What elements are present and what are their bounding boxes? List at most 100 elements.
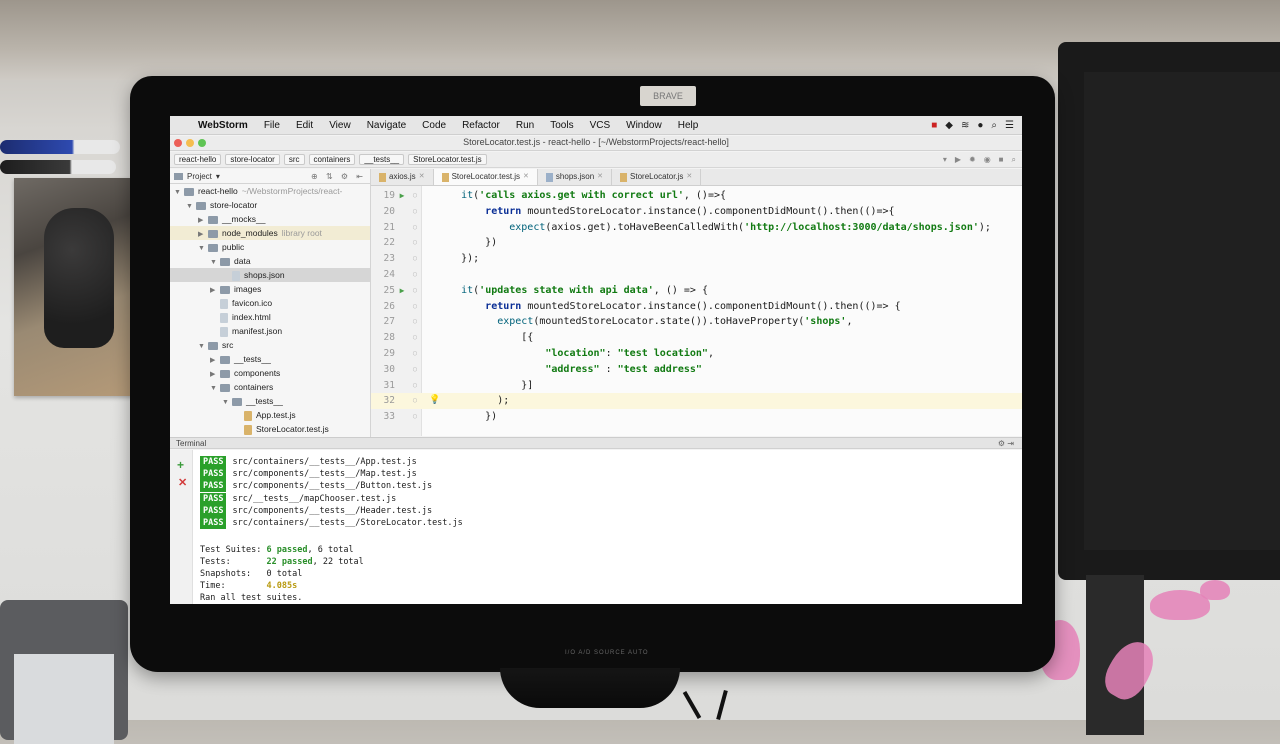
code-line[interactable]: 33 ○ }) [371, 409, 1022, 425]
fold-marker-icon[interactable]: ○ [411, 393, 419, 409]
tab-axios[interactable]: axios.js ✕ [371, 169, 434, 185]
code-line[interactable]: 28 ○ [{ [371, 330, 1022, 346]
menu-tools[interactable]: Tools [542, 120, 581, 131]
tree-item[interactable]: ▼ public [170, 240, 370, 254]
tree-item[interactable]: ▶ __tests__ [170, 352, 370, 366]
fold-marker-icon[interactable]: ○ [411, 204, 419, 220]
terminal-panel[interactable]: + ✕ PASS src/containers/__tests__/App.tes… [170, 450, 1022, 604]
code-line[interactable]: 31 ○ }] [371, 378, 1022, 394]
fold-marker-icon[interactable]: ○ [411, 283, 419, 299]
user-icon[interactable]: ● [977, 120, 983, 131]
tree-item[interactable]: ▶ __mocks__ [170, 212, 370, 226]
line-number[interactable]: 27 [371, 314, 395, 330]
close-tab-icon[interactable]: ✕ [523, 169, 529, 185]
tree-item[interactable]: ▼ react-hello ~/WebstormProjects/react- [170, 184, 370, 198]
new-terminal-icon[interactable]: + [177, 458, 184, 472]
run-test-icon[interactable]: ▶ [397, 188, 407, 204]
close-tab-icon[interactable]: ✕ [419, 169, 425, 185]
gear-icon[interactable]: ⚙ ⇥ [998, 438, 1014, 450]
run-icon[interactable]: ▶ [955, 155, 961, 165]
breadcrumb-item[interactable]: StoreLocator.test.js [408, 154, 487, 165]
menu-edit[interactable]: Edit [288, 120, 321, 131]
line-number[interactable]: 32 [371, 393, 395, 409]
tree-item[interactable]: manifest.json [170, 324, 370, 338]
code-line[interactable]: 21 ○ expect(axios.get).toHaveBeenCalledWi… [371, 220, 1022, 236]
fold-marker-icon[interactable]: ○ [411, 220, 419, 236]
line-number[interactable]: 31 [371, 378, 395, 394]
line-number[interactable]: 30 [371, 362, 395, 378]
fold-marker-icon[interactable]: ○ [411, 188, 419, 204]
line-number[interactable]: 33 [371, 409, 395, 425]
tree-item[interactable]: index.html [170, 310, 370, 324]
project-view-selector[interactable]: Project [187, 172, 212, 181]
tree-item[interactable]: App.test.js [170, 408, 370, 422]
code-line[interactable]: 27 ○ expect(mountedStoreLocator.state()).… [371, 314, 1022, 330]
close-tab-icon[interactable]: ✕ [686, 169, 692, 185]
tab-shops-json[interactable]: shops.json ✕ [538, 169, 613, 185]
fold-marker-icon[interactable]: ○ [411, 346, 419, 362]
code-line[interactable]: 23 ○ }); [371, 251, 1022, 267]
fold-marker-icon[interactable]: ○ [411, 362, 419, 378]
menu-code[interactable]: Code [414, 120, 454, 131]
line-number[interactable]: 23 [371, 251, 395, 267]
breadcrumb-item[interactable]: react-hello [174, 154, 222, 165]
menu-navigate[interactable]: Navigate [359, 120, 414, 131]
menu-view[interactable]: View [321, 120, 359, 131]
run-test-icon[interactable]: ▶ [397, 283, 407, 299]
line-number[interactable]: 29 [371, 346, 395, 362]
code-line[interactable]: 26 ○ return mountedStoreLocator.instance(… [371, 299, 1022, 315]
code-line[interactable]: 24 ○ [371, 267, 1022, 283]
dropbox-icon[interactable]: ◆ [945, 120, 953, 131]
line-number[interactable]: 21 [371, 220, 395, 236]
code-line[interactable]: 29 ○ "location": "test location", [371, 346, 1022, 362]
stop-icon[interactable]: ■ [999, 155, 1004, 165]
code-line[interactable]: 30 ○ "address" : "test address" [371, 362, 1022, 378]
fold-marker-icon[interactable]: ○ [411, 267, 419, 283]
fold-marker-icon[interactable]: ○ [411, 299, 419, 315]
menu-help[interactable]: Help [670, 120, 707, 131]
breadcrumb-item[interactable]: src [283, 154, 305, 165]
wifi-icon[interactable]: ≋ [961, 120, 969, 131]
line-number[interactable]: 24 [371, 267, 395, 283]
breadcrumb-item[interactable]: containers [308, 154, 356, 165]
code-line[interactable]: 20 ○ return mountedStoreLocator.instance(… [371, 204, 1022, 220]
fold-marker-icon[interactable]: ○ [411, 378, 419, 394]
line-number[interactable]: 20 [371, 204, 395, 220]
chevron-down-icon[interactable]: ▾ [216, 172, 220, 181]
tree-item[interactable]: ▼ containers [170, 380, 370, 394]
code-line[interactable]: 25 ▶ ○ it('updates state with api data', (… [371, 283, 1022, 299]
close-terminal-icon[interactable]: ✕ [178, 476, 187, 489]
tree-item[interactable]: ▶ components [170, 366, 370, 380]
tab-storelocator[interactable]: StoreLocator.js ✕ [612, 169, 702, 185]
app-menu[interactable]: WebStorm [190, 120, 256, 131]
fold-marker-icon[interactable]: ○ [411, 235, 419, 251]
tree-item[interactable]: ▼ data [170, 254, 370, 268]
code-line[interactable]: 19 ▶ ○ it('calls axios.get with correct ur… [371, 188, 1022, 204]
debug-icon[interactable]: ✹ [969, 155, 976, 165]
code-line[interactable]: 32 ○ 💡 ); [371, 393, 1022, 410]
project-panel-tools[interactable]: ⊕ ⇅ ⚙ ⇤ [311, 172, 370, 181]
menu-run[interactable]: Run [508, 120, 542, 131]
fold-marker-icon[interactable]: ○ [411, 330, 419, 346]
coverage-icon[interactable]: ◉ [984, 155, 991, 165]
tree-item[interactable]: StoreLocator.test.js [170, 422, 370, 436]
fold-marker-icon[interactable]: ○ [411, 409, 419, 425]
record-icon[interactable]: ■ [931, 120, 937, 131]
tab-storelocator-test[interactable]: StoreLocator.test.js ✕ [433, 169, 538, 185]
fold-marker-icon[interactable]: ○ [411, 251, 419, 267]
line-number[interactable]: 25 [371, 283, 395, 299]
menu-vcs[interactable]: VCS [582, 120, 619, 131]
search-everywhere-icon[interactable]: ⌕ [1012, 155, 1016, 165]
close-tab-icon[interactable]: ✕ [597, 169, 603, 185]
line-number[interactable]: 28 [371, 330, 395, 346]
menu-file[interactable]: File [256, 120, 288, 131]
tree-item[interactable]: ▶ node_modules library root [170, 226, 370, 240]
tree-item[interactable]: ▼ src [170, 338, 370, 352]
breadcrumb-item[interactable]: store-locator [225, 154, 280, 165]
tree-item[interactable]: ▼ __tests__ [170, 394, 370, 408]
tree-item[interactable]: shops.json [170, 268, 370, 282]
menu-refactor[interactable]: Refactor [454, 120, 508, 131]
code-line[interactable]: 22 ○ }) [371, 235, 1022, 251]
search-icon[interactable]: ⌕ [991, 120, 997, 131]
code-editor[interactable]: 19 ▶ ○ it('calls axios.get with correct ur… [371, 186, 1022, 436]
